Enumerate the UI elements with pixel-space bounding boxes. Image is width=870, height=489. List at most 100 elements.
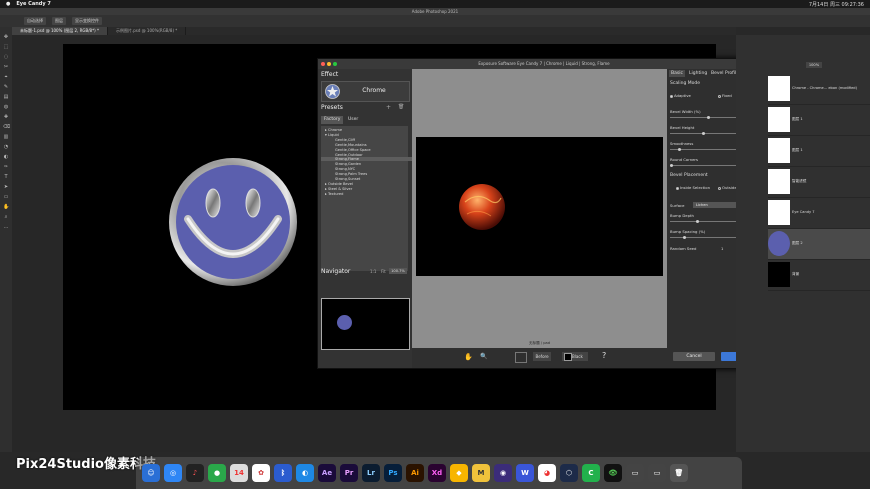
slider-handle[interactable] [682,236,686,239]
preset-item[interactable]: ▸ Chrome [325,128,342,132]
window-thumb-2-icon[interactable]: ▭ [648,464,666,482]
tab-lighting[interactable]: Lighting [687,70,709,77]
premiere-icon[interactable]: Pr [340,464,358,482]
layer-name[interactable]: 背景 [792,272,799,277]
sketch-icon[interactable]: ◆ [450,464,468,482]
after-effects-icon[interactable]: Ae [318,464,336,482]
tool-icon[interactable]: ✎ [3,85,9,90]
slider-track[interactable] [670,236,736,239]
tool-icon[interactable]: ⌖ [3,75,9,80]
xd-icon[interactable]: Xd [428,464,446,482]
tab-document-1[interactable]: 未标题-1.psd @ 100% (图层 2, RGB/8*) * [12,27,108,35]
layer-name[interactable]: 图层 1 [792,117,803,122]
webstorm-icon[interactable]: W [516,464,534,482]
preset-item[interactable]: Strong,Palm Trees [335,172,367,176]
nav-zoom-select[interactable]: 100.7% [389,268,407,274]
tool-icon[interactable]: ✑ [3,165,9,170]
layer-name[interactable]: Eye Candy 7 [792,210,815,214]
preset-item[interactable]: Strong,Flame [321,157,421,162]
inside-selection-radio[interactable]: Inside Selection [676,185,710,190]
zoom-window-button[interactable] [333,62,337,66]
random-seed-value[interactable]: 1 [721,246,723,251]
app-m-icon[interactable]: M [472,464,490,482]
lightroom-icon[interactable]: Lr [362,464,380,482]
tab-factory[interactable]: Factory [321,116,344,124]
tool-icon[interactable]: ◌ [3,55,9,60]
delete-preset-icon[interactable]: 🗑 [398,104,404,110]
preset-item[interactable]: Gentle,Office Space [335,148,371,152]
add-preset-icon[interactable]: + [386,104,391,111]
tool-icon[interactable]: ◐ [3,155,9,160]
layer-row[interactable]: Eye Candy 7 [768,198,870,229]
preset-item[interactable]: ▸ Steel & Silver [325,187,352,191]
tool-icon[interactable]: ✋ [3,205,9,210]
nav-actual-size-button[interactable]: 1:1 [370,269,376,274]
slider-handle[interactable] [695,220,699,223]
tool-icon[interactable]: ✂ [3,65,9,70]
preset-item[interactable]: Strong,Sunset [335,177,360,181]
wechat-icon[interactable]: ● [208,464,226,482]
layer-name[interactable]: 图层 2 [792,241,803,246]
hand-tool-icon[interactable]: ✋ [464,353,473,361]
cinema4d-icon[interactable]: ◉ [494,464,512,482]
illustrator-icon[interactable]: Ai [406,464,424,482]
opacity-field[interactable]: 100% [806,62,822,68]
slider-track[interactable] [670,148,736,151]
nav-fit-button[interactable]: Fit [381,269,386,274]
effect-selector[interactable]: Chrome [321,81,410,102]
preset-item[interactable]: ▸ Outside Bevel [325,182,353,186]
layer-row[interactable]: 图层 1 [768,105,870,136]
slider-handle[interactable] [707,116,711,119]
app-menu[interactable]: Eye Candy 7 [16,1,50,7]
preview-area[interactable]: 无标题 / pad [412,69,667,348]
preset-item[interactable]: Strong,Garden [335,162,361,166]
tool-icon[interactable]: ◔ [3,145,9,150]
scaling-fixed-radio[interactable]: Fixed [718,93,732,98]
window-thumb-icon[interactable]: ▭ [626,464,644,482]
tab-document-2[interactable]: 示例图片.psd @ 100%(RGB/8) * [108,27,187,35]
layer-row[interactable]: Chrome - Chrome... ebon (modified) [768,74,870,105]
preset-item[interactable]: Gentle,Mountains [335,143,367,147]
navigator-thumbnail[interactable] [321,298,410,350]
tool-icon[interactable]: ▤ [3,95,9,100]
safari-icon[interactable]: ◎ [164,464,182,482]
slider-track[interactable] [670,132,736,135]
before-button[interactable]: Before [533,352,551,361]
slider-handle[interactable] [677,148,681,151]
finder-icon[interactable]: ☺ [142,464,160,482]
layer-name[interactable]: 图层 1 [792,148,803,153]
tool-icon[interactable]: ◍ [3,105,9,110]
tool-icon[interactable]: ✥ [3,35,9,40]
preset-item[interactable]: Gentle,Cliff [335,138,355,142]
tool-icon[interactable]: ▭ [3,195,9,200]
tool-icon[interactable]: T [3,175,9,180]
calendar-icon[interactable]: 14 [230,464,248,482]
auto-select-checkbox[interactable]: 自动选择 [24,17,46,25]
tool-icon[interactable]: ➤ [3,185,9,190]
eye-app-icon[interactable]: 👁 [604,464,622,482]
tool-icon[interactable]: … [3,225,9,230]
tool-icon[interactable]: ⌕ [3,215,9,220]
minimize-window-button[interactable] [327,62,331,66]
layer-select[interactable]: 图层 [52,17,66,25]
layer-row[interactable]: 图层 2 [768,229,870,260]
split-view-button[interactable] [515,352,527,363]
messages-icon[interactable]: C [582,464,600,482]
zoom-tool-icon[interactable]: 🔍 [480,353,487,360]
tool-icon[interactable]: ▥ [3,135,9,140]
preset-item[interactable]: ▾ Liquid [325,133,339,137]
tab-user[interactable]: User [345,116,361,124]
random-seed-label[interactable]: Random Seed [670,246,696,251]
layer-name[interactable]: 智能滤镜 [792,179,806,184]
preset-item[interactable]: Gentle,Outdoor [335,153,363,157]
preset-item[interactable]: ▸ Textured [325,192,343,196]
slider-handle[interactable] [702,132,705,135]
bluetooth-icon[interactable]: ᛒ [274,464,292,482]
photos-icon[interactable]: ✿ [252,464,270,482]
tab-basic[interactable]: Basic [669,70,685,77]
vpn-icon[interactable]: ⬡ [560,464,578,482]
layer-row[interactable]: 智能滤镜 [768,167,870,198]
tool-icon[interactable]: ⬚ [3,45,9,50]
slider-handle[interactable] [670,164,673,167]
scaling-adaptive-radio[interactable]: Adaptive [670,93,691,98]
